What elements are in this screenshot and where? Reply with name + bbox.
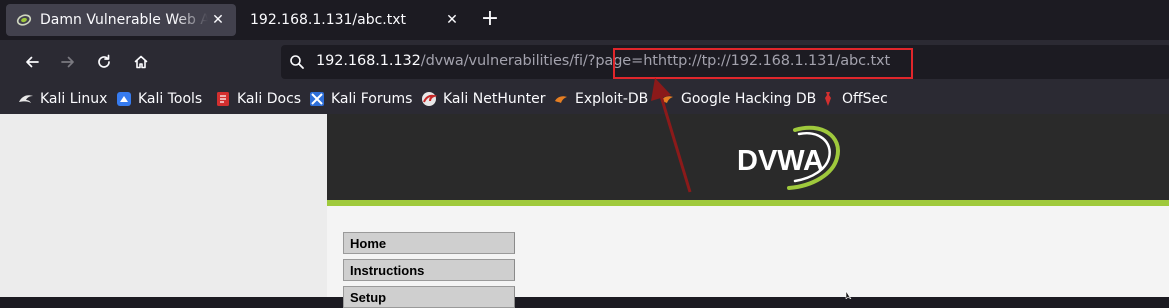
bookmark-kali-linux[interactable]: Kali Linux bbox=[18, 89, 107, 109]
bookmark-label: Kali Docs bbox=[237, 91, 302, 107]
kali-tools-icon bbox=[116, 91, 132, 107]
close-tab-icon[interactable]: ✕ bbox=[442, 12, 462, 28]
navigation-toolbar: 192.168.1.132/dvwa/vulnerabilities/fi/?p… bbox=[0, 40, 1169, 84]
bookmarks-toolbar: Kali Linux Kali Tools Kali Docs Kali For… bbox=[0, 84, 1169, 114]
new-tab-button[interactable]: + bbox=[476, 6, 504, 34]
bookmark-label: Kali NetHunter bbox=[443, 91, 546, 107]
bookmark-offsec[interactable]: OffSec bbox=[820, 89, 888, 109]
tab-strip: Damn Vulnerable Web App (DVWA) ✕ 192.168… bbox=[0, 0, 1169, 40]
mouse-cursor-icon bbox=[845, 291, 852, 299]
page-left-margin bbox=[0, 114, 327, 297]
tab-abc-txt[interactable]: 192.168.1.131/abc.txt ✕ bbox=[240, 4, 470, 36]
ghdb-icon bbox=[659, 91, 675, 107]
bookmark-google-hacking-db[interactable]: Google Hacking DB bbox=[659, 89, 816, 109]
dvwa-favicon-icon bbox=[16, 12, 32, 28]
menu-item-home[interactable]: Home bbox=[343, 232, 515, 254]
reload-icon[interactable] bbox=[90, 48, 118, 76]
close-tab-icon[interactable]: ✕ bbox=[208, 12, 228, 28]
url-host: 192.168.1.132 bbox=[316, 53, 421, 69]
bookmark-label: Kali Forums bbox=[331, 91, 413, 107]
forward-arrow-icon[interactable] bbox=[54, 48, 82, 76]
bookmark-kali-forums[interactable]: Kali Forums bbox=[309, 89, 412, 109]
search-icon bbox=[289, 54, 305, 74]
highlight-box bbox=[613, 48, 913, 79]
offsec-icon bbox=[820, 91, 836, 107]
url-bar[interactable]: 192.168.1.132/dvwa/vulnerabilities/fi/?p… bbox=[281, 45, 1169, 79]
menu-item-setup[interactable]: Setup bbox=[343, 286, 515, 308]
bookmark-kali-docs[interactable]: Kali Docs bbox=[215, 89, 301, 109]
kali-dragon-icon bbox=[18, 91, 34, 107]
kali-forums-icon bbox=[309, 91, 325, 107]
bookmark-label: OffSec bbox=[842, 91, 888, 107]
tab-title: Damn Vulnerable Web App (DVWA) bbox=[40, 12, 208, 28]
nethunter-icon bbox=[421, 91, 437, 107]
url-path: /dvwa/vulnerabilities/fi/?page bbox=[420, 53, 632, 69]
bookmark-kali-nethunter[interactable]: Kali NetHunter bbox=[421, 89, 545, 109]
bookmark-kali-tools[interactable]: Kali Tools bbox=[116, 89, 202, 109]
tab-title: 192.168.1.131/abc.txt bbox=[250, 12, 407, 28]
dvwa-logo: DVWA bbox=[733, 124, 853, 194]
logo-text: DVWA bbox=[737, 145, 824, 177]
kali-docs-icon bbox=[215, 91, 231, 107]
bookmark-label: Kali Linux bbox=[40, 91, 108, 107]
back-arrow-icon[interactable] bbox=[18, 48, 46, 76]
menu-item-instructions[interactable]: Instructions bbox=[343, 259, 515, 281]
dvwa-header: DVWA bbox=[327, 114, 1169, 200]
bookmark-label: Kali Tools bbox=[138, 91, 203, 107]
home-icon[interactable] bbox=[127, 48, 155, 76]
bookmark-exploit-db[interactable]: Exploit-DB bbox=[553, 89, 648, 109]
bookmark-label: Google Hacking DB bbox=[681, 91, 817, 107]
bookmark-label: Exploit-DB bbox=[575, 91, 649, 107]
dvwa-body: Home Instructions Setup bbox=[327, 206, 1169, 308]
tab-dvwa[interactable]: Damn Vulnerable Web App (DVWA) ✕ bbox=[6, 4, 236, 36]
exploit-db-icon bbox=[553, 91, 569, 107]
